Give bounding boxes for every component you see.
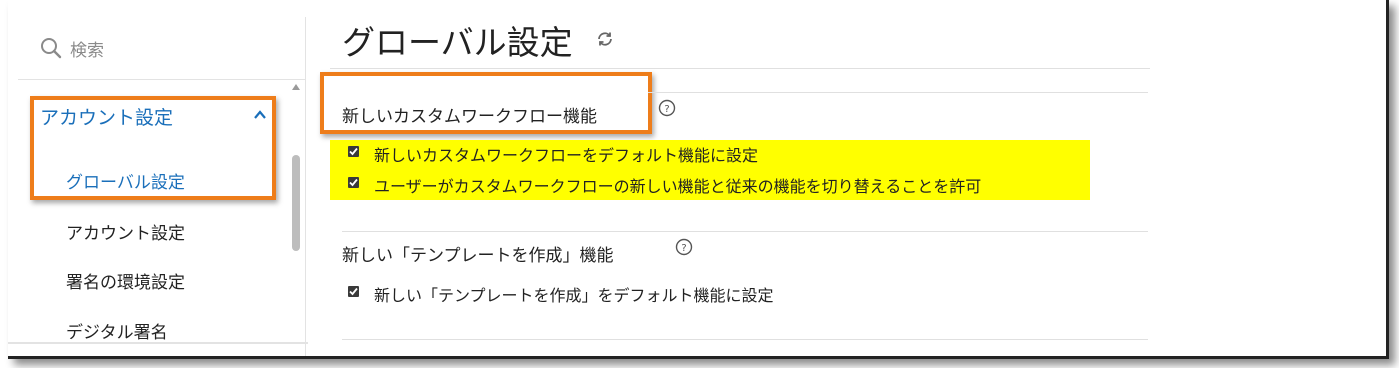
sidebar-item-digital-signature[interactable]: デジタル署名: [66, 318, 168, 343]
option-label-allow-switch-workflow[interactable]: ユーザーがカスタムワークフローの新しい機能と従来の機能を切り替えることを許可: [374, 173, 981, 197]
section-divider-2: [342, 231, 1148, 232]
svg-text:?: ?: [664, 104, 669, 115]
scroll-up-arrow[interactable]: [292, 84, 300, 90]
help-icon[interactable]: ?: [675, 238, 693, 256]
option-label-default-create-template[interactable]: 新しい「テンプレートを作成」をデフォルト機能に設定: [374, 282, 774, 306]
option-label-default-custom-workflow[interactable]: 新しいカスタムワークフローをデフォルト機能に設定: [374, 142, 758, 166]
checkbox-default-custom-workflow[interactable]: [348, 146, 359, 157]
search-icon: [41, 38, 62, 59]
search-placeholder: 検索: [70, 40, 104, 61]
title-divider: [330, 68, 1150, 69]
page-title: グローバル設定: [342, 23, 573, 62]
help-icon[interactable]: ?: [658, 99, 676, 117]
search-box[interactable]: 検索: [18, 17, 305, 80]
section-divider-3: [342, 339, 1148, 340]
sidebar-item-signature-preferences[interactable]: 署名の環境設定: [66, 268, 185, 293]
sidebar-scrollbar-thumb[interactable]: [292, 155, 300, 251]
section-divider: [648, 92, 1148, 93]
section-title-create-template: 新しい「テンプレートを作成」機能: [342, 246, 614, 266]
section-title-custom-workflow: 新しいカスタムワークフロー機能: [342, 107, 597, 127]
annotation-box-sidebar: [30, 96, 276, 200]
sidebar-item-account-settings[interactable]: アカウント設定: [66, 219, 185, 244]
checkbox-allow-switch-workflow[interactable]: [348, 177, 359, 188]
refresh-icon[interactable]: [596, 30, 614, 48]
bottom-divider: [8, 342, 308, 344]
svg-text:?: ?: [681, 243, 686, 254]
checkbox-default-create-template[interactable]: [348, 286, 359, 297]
app-window: 検索 アカウント設定 グローバル設定 アカウント設定 署名の環境設定 デジタル署…: [8, 0, 1389, 359]
